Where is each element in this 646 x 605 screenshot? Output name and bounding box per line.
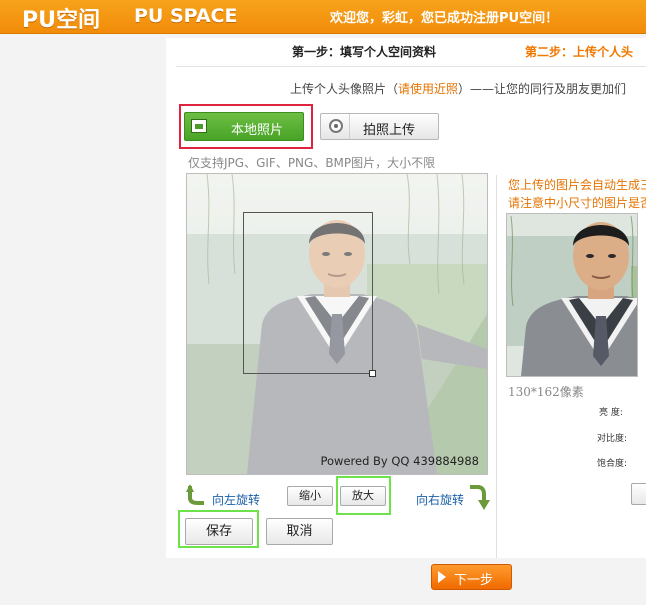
- brightness-label: 亮 度:: [599, 408, 623, 418]
- preview-action-button[interactable]: [631, 483, 646, 505]
- step-2-label: 第二步：上传个人头: [525, 45, 634, 59]
- instruction-prefix: 上传个人头像照片（: [290, 82, 399, 96]
- instruction-highlight: 请使用近照: [398, 82, 459, 96]
- rotate-right-icon[interactable]: [466, 484, 490, 510]
- step-1-label: 第一步：填写个人空间资料: [292, 45, 437, 59]
- rotate-left-link[interactable]: 向左旋转: [212, 491, 260, 508]
- webcam-icon: [329, 119, 343, 133]
- preview-image: [507, 214, 637, 376]
- logo-en: PU SPACE: [134, 5, 238, 27]
- column-divider: [496, 175, 497, 558]
- avatar-preview: [506, 213, 638, 377]
- local-photo-label: 本地照片: [231, 123, 284, 138]
- preview-note-line2: 请注意中小尺寸的图片是否: [508, 196, 646, 210]
- save-button[interactable]: 保存: [185, 518, 253, 545]
- crop-resize-handle[interactable]: [369, 370, 376, 377]
- camera-upload-label: 拍照上传: [363, 123, 416, 138]
- camera-upload-button[interactable]: 拍照上传: [320, 113, 439, 140]
- image-upload-icon: [191, 119, 207, 133]
- cancel-button[interactable]: 取消: [266, 518, 333, 545]
- instruction-suffix: ）——让您的同行及朋友更加们: [458, 82, 627, 96]
- next-step-label: 下一步: [454, 573, 494, 588]
- photo-editor[interactable]: Powered By QQ 439884988: [186, 173, 488, 475]
- next-step-button[interactable]: 下一步: [431, 564, 512, 590]
- contrast-label: 对比度:: [597, 434, 628, 444]
- watermark: Powered By QQ 439884988: [320, 454, 479, 468]
- logo-cn: PU空间: [22, 8, 100, 33]
- preview-size-label: 130*162像素: [508, 385, 584, 399]
- arrow-right-icon: [438, 571, 446, 583]
- rotate-left-icon[interactable]: [186, 484, 210, 508]
- local-photo-button[interactable]: 本地照片: [184, 112, 304, 141]
- enlarge-button[interactable]: 放大: [340, 486, 386, 506]
- button-separator: [349, 114, 350, 139]
- step-divider: [176, 66, 646, 67]
- format-hint: 仅支持JPG、GIF、PNG、BMP图片，大小不限: [188, 156, 436, 170]
- crop-selection[interactable]: [243, 212, 373, 374]
- welcome-message: 欢迎您，彩虹，您已成功注册PU空间！: [330, 11, 559, 26]
- rotate-right-link[interactable]: 向右旋转: [416, 491, 464, 508]
- shrink-button[interactable]: 缩小: [287, 486, 333, 506]
- preview-note-line1: 您上传的图片会自动生成三: [508, 178, 646, 192]
- saturation-label: 饱合度:: [597, 459, 628, 469]
- upload-instruction: 上传个人头像照片（请使用近照）——让您的同行及朋友更加们: [290, 80, 626, 97]
